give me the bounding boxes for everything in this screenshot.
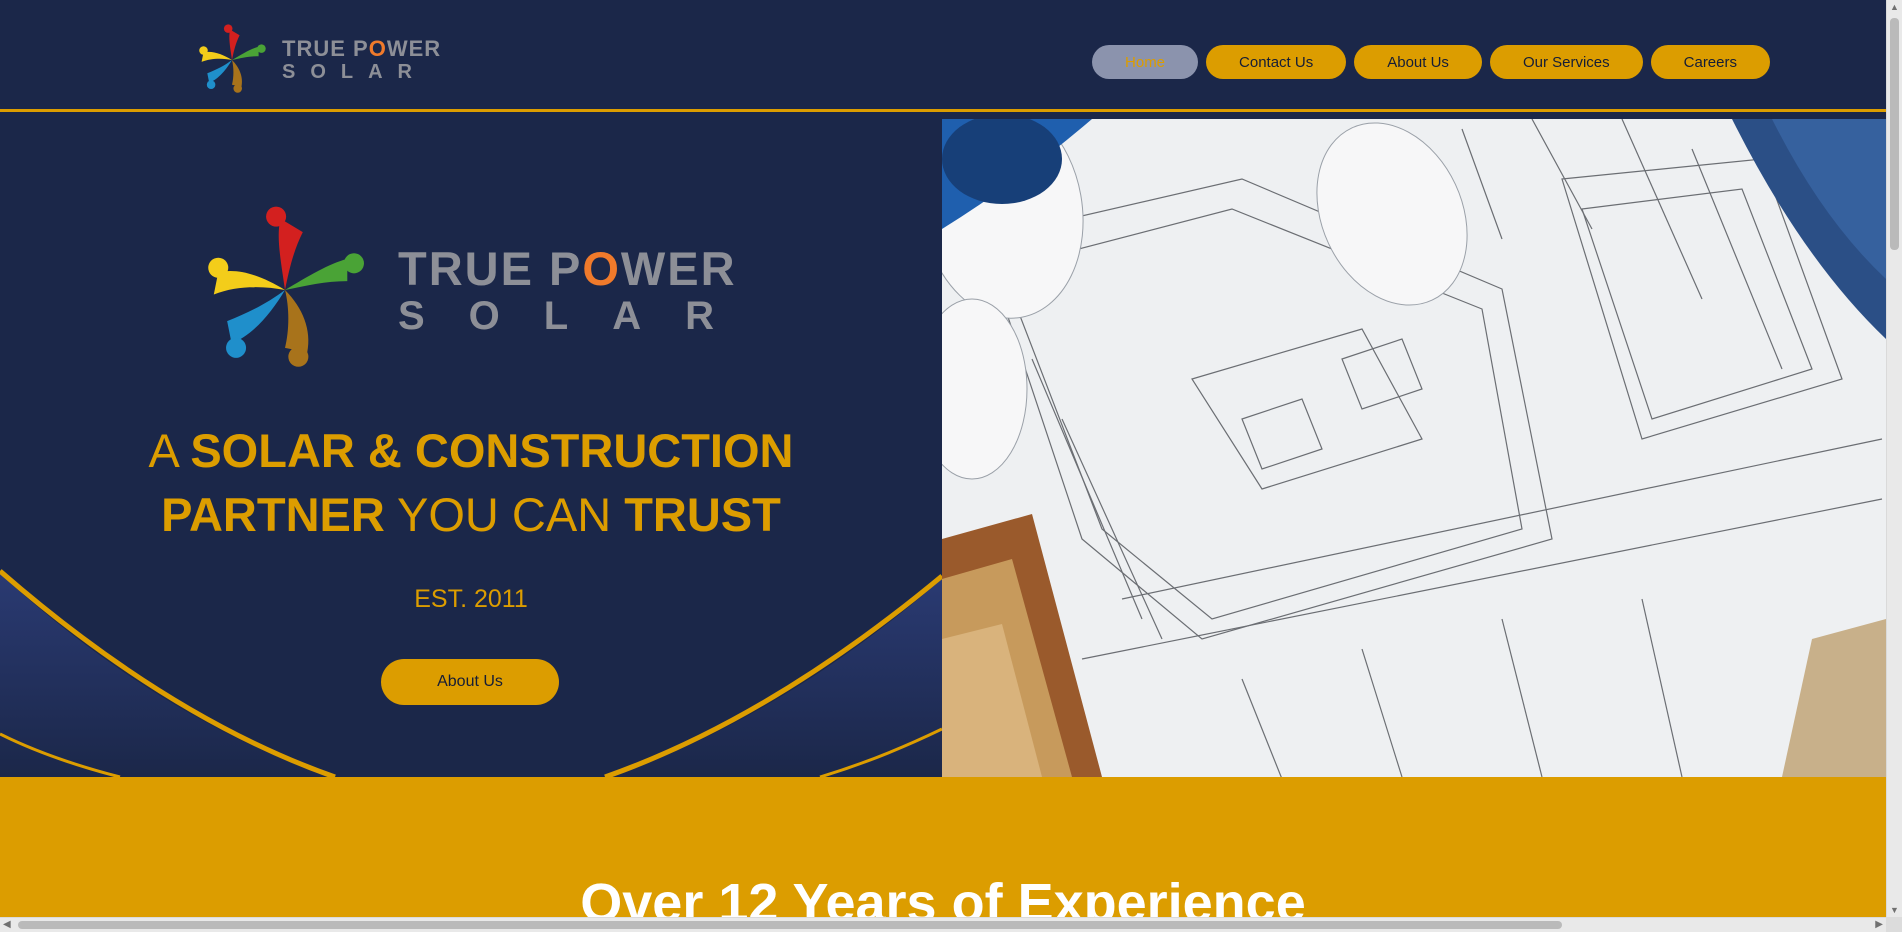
scroll-down-arrow-icon[interactable]: ▼ [1890,905,1899,915]
scroll-right-arrow-icon[interactable]: ▶ [1875,919,1883,930]
people-pinwheel-icon [208,206,364,367]
horizontal-scrollbar[interactable]: ◀ ▶ [0,917,1886,932]
page: TRUE POWER SOLAR Home Contact Us About U… [0,0,1902,932]
hero-headline: A SOLAR & CONSTRUCTION PARTNER YOU CAN T… [0,419,942,547]
blueprint-floor-plan-photo [942,119,1886,777]
brand-orange-o: O [368,36,387,61]
headline-partner: PARTNER [161,488,385,541]
people-pinwheel-icon [199,24,266,93]
headline-solar-construction: SOLAR & CONSTRUCTION [190,424,794,477]
hero-brand-wer: WER [620,241,737,295]
hero-brand-line-2: SOLAR [398,293,758,338]
blueprint-illustration [942,119,1886,777]
hero-brand-orange-o: O [582,241,621,295]
site-header: TRUE POWER SOLAR Home Contact Us About U… [0,0,1886,112]
hero-logo: TRUE POWER SOLAR [196,201,758,379]
nav-contact-button[interactable]: Contact Us [1206,45,1347,79]
hero-brand-text: TRUE POWER SOLAR [398,245,758,336]
brand-true-p: TRUE P [282,36,369,61]
nav-careers-button[interactable]: Careers [1650,45,1770,79]
brand-wer: WER [386,36,442,61]
hero-about-button[interactable]: About Us [381,659,559,705]
scroll-left-arrow-icon[interactable]: ◀ [3,919,11,930]
hero-panel: TRUE POWER SOLAR A SOLAR & CONSTRUCTION … [0,119,942,777]
experience-band: Over 12 Years of Experience [0,777,1886,917]
hero-brand-line-1: TRUE POWER [398,245,758,292]
header-brand-text: TRUE POWER SOLAR [282,38,441,83]
nav-about-button[interactable]: About Us [1354,45,1482,79]
headline-you-can: YOU CAN [384,488,625,541]
nav-home-button[interactable]: Home [1092,45,1199,79]
scroll-up-arrow-icon[interactable]: ▲ [1890,2,1899,12]
horizontal-scroll-thumb[interactable] [18,921,1562,929]
main-nav: Home Contact Us About Us Our Services Ca… [1092,45,1770,79]
hero-brand-true-p: TRUE P [398,241,583,295]
header-logo[interactable]: TRUE POWER SOLAR [194,22,441,98]
nav-services-button[interactable]: Our Services [1489,45,1643,79]
established-year: EST. 2011 [414,585,528,613]
headline-trust: TRUST [624,488,781,541]
scrollbar-corner [1886,917,1902,932]
brand-line-2: SOLAR [282,61,427,83]
vertical-scrollbar[interactable]: ▲ ▼ [1886,0,1902,932]
headline-a: A [148,424,191,477]
vertical-scroll-thumb[interactable] [1890,18,1899,250]
experience-title: Over 12 Years of Experience [580,873,1306,917]
brand-line-1: TRUE POWER [282,38,441,60]
